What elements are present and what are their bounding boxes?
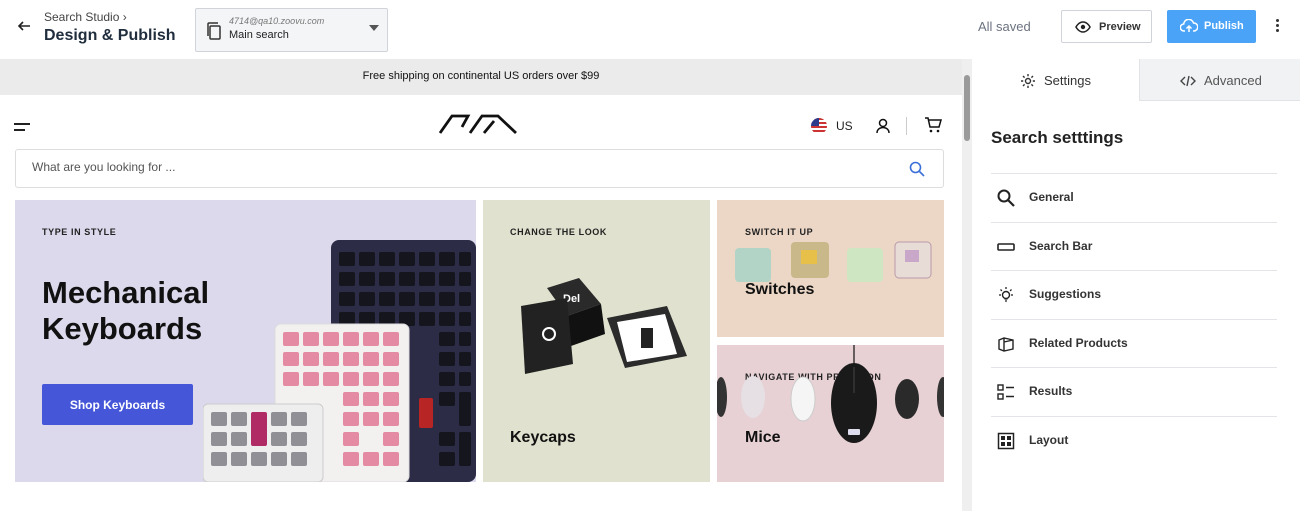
store-search-input[interactable] xyxy=(32,160,872,174)
code-icon xyxy=(1180,75,1196,87)
settings-panel: Settings Advanced Search setttings Gener… xyxy=(972,59,1300,511)
switches-tile[interactable]: SWITCH IT UP Switches xyxy=(717,200,944,337)
tile-eyebrow: CHANGE THE LOOK xyxy=(510,227,608,237)
tab-advanced[interactable]: Advanced xyxy=(1139,59,1300,101)
panel-heading: Search setttings xyxy=(991,128,1124,147)
hamburger-menu-icon[interactable] xyxy=(14,123,30,135)
tile-eyebrow: TYPE IN STYLE xyxy=(42,227,117,237)
keycaps-tile[interactable]: CHANGE THE LOOK Del Keycaps xyxy=(483,200,710,482)
settings-menu: General Search Bar Suggestions Related P… xyxy=(991,173,1277,464)
publish-label: Publish xyxy=(1204,20,1244,32)
user-icon[interactable] xyxy=(876,118,890,134)
copy-icon xyxy=(207,22,221,40)
tile-title: Switches xyxy=(745,281,815,298)
selected-search: Main search xyxy=(229,29,289,41)
cloud-upload-icon xyxy=(1180,19,1198,32)
tile-title: Keycaps xyxy=(510,429,576,446)
search-icon xyxy=(997,189,1015,207)
top-bar: Search Studio › Design & Publish 4714@qa… xyxy=(0,0,1300,59)
tile-eyebrow: SWITCH IT UP xyxy=(745,227,814,237)
keyboard-image xyxy=(203,240,476,482)
lightbulb-icon xyxy=(999,287,1013,302)
storefront-preview: Free shipping on continental US orders o… xyxy=(0,59,962,511)
menu-item-label: General xyxy=(1029,190,1074,204)
gear-icon xyxy=(1021,74,1035,88)
menu-item-layout[interactable]: Layout xyxy=(991,415,1277,465)
cart-icon[interactable] xyxy=(924,117,942,133)
tab-advanced-label: Advanced xyxy=(1204,73,1262,88)
store-search-bar[interactable] xyxy=(15,149,944,188)
publish-button[interactable]: Publish xyxy=(1167,10,1256,43)
mice-image xyxy=(717,345,944,443)
save-status: All saved xyxy=(978,19,1031,34)
menu-item-label: Results xyxy=(1029,384,1073,398)
menu-item-search-bar[interactable]: Search Bar xyxy=(991,221,1277,271)
search-bar-icon xyxy=(997,242,1015,251)
region-label[interactable]: US xyxy=(836,119,853,133)
us-flag-icon[interactable] xyxy=(811,118,827,134)
store-page: US TYPE IN STYLE Mechanical Keyboards Sh… xyxy=(0,95,962,511)
shop-keyboards-button[interactable]: Shop Keyboards xyxy=(42,384,193,425)
tab-settings[interactable]: Settings xyxy=(972,59,1139,101)
store-logo xyxy=(438,114,517,135)
scrollbar-thumb[interactable] xyxy=(964,75,970,141)
menu-item-label: Search Bar xyxy=(1029,238,1093,253)
menu-item-label: Suggestions xyxy=(1029,287,1102,301)
keyboards-tile[interactable]: TYPE IN STYLE Mechanical Keyboards Shop … xyxy=(15,200,476,482)
search-selector-dropdown[interactable]: 4714@qa10.zoovu.com Main search xyxy=(195,8,388,52)
tile-title: Mice xyxy=(745,429,781,446)
menu-item-related-products[interactable]: Related Products xyxy=(991,318,1277,368)
keycaps-image: Del xyxy=(521,278,687,374)
menu-item-suggestions[interactable]: Suggestions xyxy=(991,270,1277,319)
breadcrumb[interactable]: Search Studio › xyxy=(44,10,127,24)
back-arrow-icon[interactable] xyxy=(16,18,32,34)
menu-item-label: Layout xyxy=(1029,432,1069,447)
preview-label: Preview xyxy=(1099,21,1141,33)
preview-button[interactable]: Preview xyxy=(1061,10,1152,43)
chevron-down-icon xyxy=(369,25,379,31)
menu-item-label: Related Products xyxy=(1029,335,1128,350)
search-icon[interactable] xyxy=(909,161,925,177)
preview-scrollbar[interactable] xyxy=(962,59,972,511)
mice-tile[interactable]: NAVIGATE WITH PRECISION Mice xyxy=(717,345,944,482)
grid-icon xyxy=(997,432,1015,449)
box-icon xyxy=(998,336,1014,352)
account-email: 4714@qa10.zoovu.com xyxy=(229,16,325,26)
eye-icon xyxy=(1075,21,1091,33)
shipping-banner: Free shipping on continental US orders o… xyxy=(0,59,962,95)
menu-item-general[interactable]: General xyxy=(991,173,1277,222)
menu-item-results[interactable]: Results xyxy=(991,367,1277,416)
list-icon xyxy=(997,384,1014,400)
tab-settings-label: Settings xyxy=(1044,73,1091,88)
header-divider xyxy=(906,117,907,135)
more-options-icon[interactable] xyxy=(1272,19,1282,35)
page-title: Design & Publish xyxy=(44,27,176,44)
